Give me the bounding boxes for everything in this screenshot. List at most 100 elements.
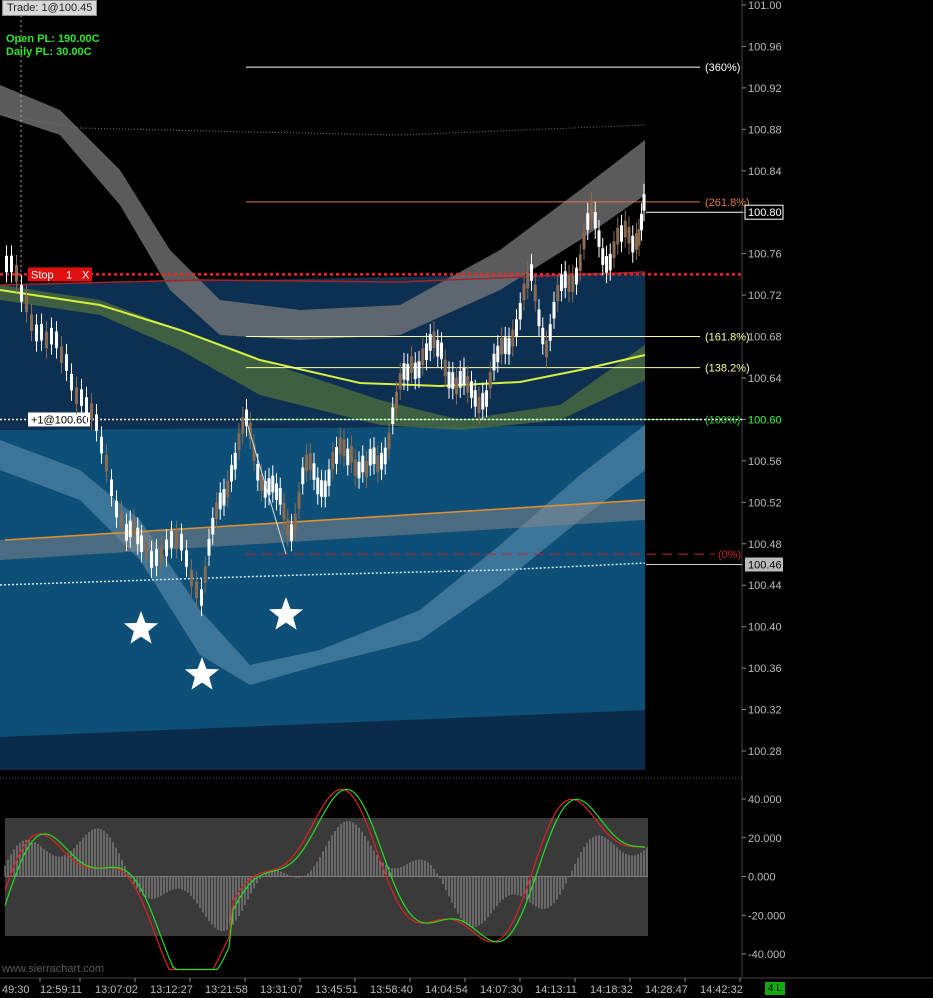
candle [80, 389, 83, 406]
position-label: +1@100.60 [31, 414, 88, 426]
time-tick-label: 13:58:40 [370, 984, 413, 996]
candle [503, 337, 507, 354]
candle [226, 480, 230, 498]
candle [541, 327, 545, 345]
candle [500, 337, 503, 355]
candle [353, 459, 357, 477]
candle [443, 359, 447, 377]
trade-status-badge: Trade: 1@100.45 [2, 0, 98, 16]
candle [608, 253, 612, 271]
candle [180, 533, 183, 551]
candle [597, 230, 601, 247]
candle [140, 535, 143, 553]
time-tick-label: 13:07:02 [95, 984, 138, 996]
candle [301, 467, 305, 485]
candle [548, 324, 552, 341]
time-tick-label: 13:31:07 [260, 984, 303, 996]
candle [5, 255, 8, 273]
candle [115, 500, 118, 518]
candle [642, 194, 646, 211]
candle [466, 376, 470, 393]
candle [195, 581, 198, 599]
candle [511, 329, 515, 347]
candle [440, 342, 443, 360]
candle [30, 314, 33, 331]
candle [612, 241, 616, 258]
time-tick-label: 14:28:47 [645, 984, 688, 996]
candle [293, 513, 297, 531]
candle [170, 531, 173, 548]
stop-cancel-button: X [82, 269, 90, 281]
trading-chart[interactable]: (360%) (261.8%) (161.8%) (138.2%) (100%) (0%)… [0, 0, 933, 998]
candle [436, 340, 440, 357]
price-tick-label: 100.48 [748, 539, 782, 551]
price-tick-label: 100.64 [748, 373, 782, 385]
osc-tick-label: -40.000 [748, 949, 785, 961]
candle [552, 301, 556, 319]
candle [312, 463, 316, 480]
candle [233, 452, 237, 470]
candle [518, 302, 522, 320]
upper-envelope-dotted [0, 114, 646, 136]
candle [627, 226, 631, 244]
candle [421, 348, 425, 366]
candle [342, 439, 346, 457]
candle [616, 227, 620, 245]
candle [160, 546, 163, 564]
candle [286, 519, 290, 536]
candle [55, 331, 58, 349]
fib-label: (161.8%) [705, 332, 750, 344]
candle [398, 373, 402, 390]
candle [45, 331, 48, 349]
candle [515, 319, 518, 336]
status-indicator[interactable]: 4 L [765, 982, 785, 995]
candle [346, 448, 350, 466]
candle [207, 538, 211, 556]
candle [128, 520, 132, 538]
time-tick-label: 13:12:27 [150, 984, 193, 996]
osc-tick-label: 20.000 [748, 833, 782, 845]
time-tick-label: 14:07:30 [480, 984, 523, 996]
candle [387, 432, 391, 450]
candle [75, 387, 78, 404]
candle [120, 511, 123, 528]
candle [368, 448, 372, 466]
candle [350, 446, 353, 463]
candle [100, 436, 103, 454]
candle [428, 334, 432, 351]
price-tick-label: 100.40 [748, 622, 782, 634]
candle [410, 356, 413, 373]
time-tick-label: 13:21:58 [205, 984, 248, 996]
candle [175, 531, 178, 548]
candle [522, 283, 526, 301]
candle [338, 437, 342, 455]
candle [256, 463, 260, 481]
candle [413, 362, 417, 380]
candle [20, 285, 23, 302]
candle [582, 232, 586, 250]
candle [335, 447, 338, 464]
candle [556, 284, 560, 302]
candle [447, 371, 451, 389]
candle [470, 381, 473, 398]
fib-label: (100%) [705, 414, 740, 426]
candle [488, 371, 492, 389]
candle [357, 461, 361, 479]
low-price-label: 100.46 [748, 560, 782, 572]
candle [278, 488, 282, 505]
price-tick-label: 100.84 [748, 166, 782, 178]
candle [90, 403, 93, 420]
fib-label: (360%) [705, 62, 740, 74]
fib-label: (0%) [718, 549, 741, 561]
candle [425, 343, 428, 361]
candle [455, 377, 458, 395]
candle [380, 452, 383, 470]
candle [95, 414, 98, 431]
price-tick-label: 100.32 [748, 705, 782, 717]
fib-label: (261.8%) [705, 197, 750, 209]
candle [391, 407, 395, 424]
candle [533, 284, 537, 302]
fib-label: (138.2%) [705, 363, 750, 375]
time-tick-label: 14:42:32 [700, 984, 743, 996]
candle [290, 524, 293, 541]
